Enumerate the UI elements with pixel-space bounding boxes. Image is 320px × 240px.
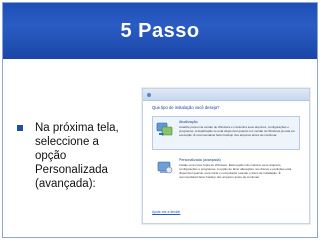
screenshot-window-bar bbox=[143, 89, 309, 101]
square-bullet-icon bbox=[17, 125, 23, 131]
custom-advanced-option[interactable]: Personalizada (avançada) Instale uma nov… bbox=[152, 154, 300, 188]
custom-option-description: Instale uma nova cópia do Windows. Esta … bbox=[179, 163, 292, 179]
title-bar: 5 Passo bbox=[3, 3, 317, 59]
slide-title: 5 Passo bbox=[120, 19, 200, 42]
install-type-question: Que tipo de instalação você deseja? bbox=[152, 105, 220, 110]
installer-screenshot: Que tipo de instalação você deseja? Atua… bbox=[142, 88, 310, 224]
help-me-decide-link[interactable]: Ajude-me a decidir bbox=[152, 210, 180, 214]
bullet-text-first: Na próxima tela, bbox=[35, 122, 119, 134]
upgrade-option[interactable]: Atualização Atualize para uma versão do … bbox=[152, 116, 300, 150]
bullet-list: Na próxima tela, seleccione a opção Pers… bbox=[17, 121, 135, 191]
back-arrow-icon bbox=[147, 92, 151, 97]
upgrade-option-description: Atualize para uma versão do Windows e ma… bbox=[179, 125, 296, 137]
upgrade-icon bbox=[156, 122, 173, 136]
custom-option-title: Personalizada (avançada) bbox=[179, 158, 221, 162]
upgrade-option-title: Atualização bbox=[179, 120, 198, 124]
bullet-text-rest: seleccione a opção Personalizada (avança… bbox=[35, 136, 108, 190]
custom-install-icon bbox=[157, 161, 173, 174]
bullet-item: Na próxima tela, bbox=[17, 121, 135, 135]
